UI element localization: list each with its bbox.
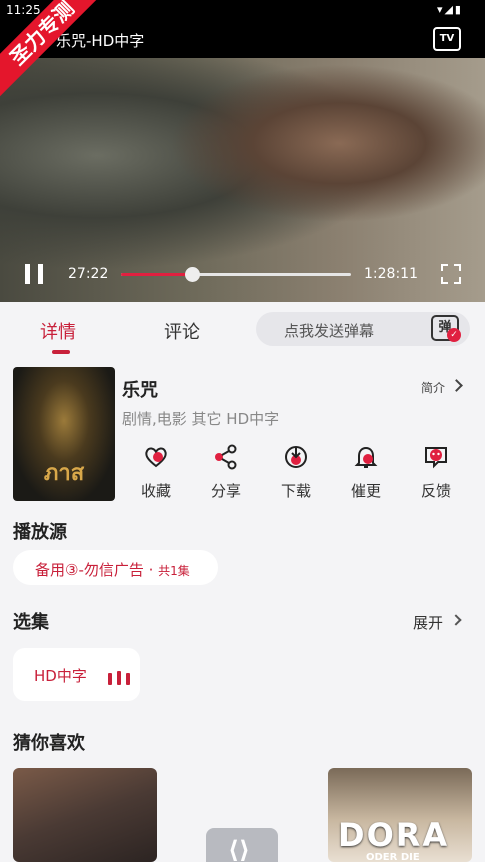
image-placeholder-icon: ⟨⟩ — [228, 836, 250, 862]
current-time: 27:22 — [68, 266, 109, 282]
tab-details[interactable]: 详情 — [40, 318, 76, 344]
movie-poster[interactable]: ภาส — [13, 367, 115, 501]
recommend-title: 猜你喜欢 — [13, 733, 85, 754]
download-icon — [285, 446, 307, 468]
download-label: 下载 — [280, 482, 311, 500]
player-controls: 27:22 1:28:11 — [0, 256, 485, 296]
remind-update-button[interactable]: 催更 — [341, 444, 391, 501]
share-label: 分享 — [210, 482, 241, 500]
status-icons: ▾◢▮ — [436, 3, 463, 16]
sources-title: 播放源 — [13, 522, 67, 543]
cast-tv-button[interactable]: TV — [433, 27, 461, 51]
source-label: 备用③-勿信广告 · 共1集 — [35, 561, 190, 579]
download-button[interactable]: 下载 — [271, 444, 321, 501]
favorite-label: 收藏 — [140, 482, 171, 500]
source-selector[interactable]: 备用③-勿信广告 · 共1集 — [13, 550, 218, 585]
progress-thumb[interactable] — [185, 267, 201, 282]
movie-title: 乐咒 — [122, 380, 158, 401]
recommend-poster-subtitle: ODER DIE — [366, 852, 420, 862]
bell-icon — [354, 446, 378, 468]
danmaku-placeholder: 点我发送弹幕 — [284, 322, 375, 340]
episode-item[interactable]: HD中字 — [13, 648, 140, 701]
heart-icon — [145, 447, 167, 468]
intro-link[interactable]: 简介 — [421, 379, 445, 396]
favorite-button[interactable]: 收藏 — [131, 444, 181, 501]
video-player[interactable]: 11:25 ▾◢▮ 乐咒-HD中字 TV 圣力专测 27:22 1:28:11 — [0, 0, 485, 302]
source-count: 共1集 — [158, 564, 190, 578]
status-time: 11:25 — [6, 3, 41, 17]
remind-update-label: 催更 — [350, 482, 381, 500]
recommend-item[interactable]: DORA ODER DIE — [328, 768, 472, 862]
feedback-icon — [425, 447, 447, 469]
total-time: 1:28:11 — [364, 266, 418, 282]
progress-fill — [121, 273, 193, 276]
share-button[interactable]: 分享 — [201, 444, 251, 501]
detail-content: 详情 评论 点我发送弹幕 弹 ✓ ภาส 乐咒 简介 剧情,电影 其它 HD中字… — [0, 302, 485, 862]
chevron-right-icon[interactable] — [450, 379, 463, 392]
share-icon — [215, 444, 237, 470]
recommend-item[interactable] — [13, 768, 157, 862]
tab-indicator — [52, 350, 70, 354]
playing-bars-icon — [108, 671, 134, 685]
fullscreen-icon[interactable] — [441, 264, 461, 284]
progress-track[interactable] — [121, 267, 351, 282]
pause-button[interactable] — [25, 264, 43, 284]
episodes-title: 选集 — [13, 612, 49, 633]
recommend-poster-title: DORA — [338, 816, 450, 854]
video-title: 乐咒-HD中字 — [56, 32, 145, 50]
feedback-label: 反馈 — [420, 482, 451, 500]
danmaku-input[interactable]: 点我发送弹幕 弹 ✓ — [256, 312, 470, 346]
poster-title-art: ภาส — [43, 461, 85, 486]
movie-meta: 剧情,电影 其它 HD中字 — [122, 410, 280, 428]
feedback-button[interactable]: 反馈 — [411, 444, 461, 501]
tab-comments[interactable]: 评论 — [164, 318, 200, 344]
episode-label: HD中字 — [34, 667, 87, 685]
recommend-item-placeholder[interactable]: ⟨⟩ — [206, 828, 278, 862]
expand-episodes-link[interactable]: 展开 — [413, 612, 443, 633]
chevron-right-icon[interactable] — [450, 614, 462, 626]
check-icon: ✓ — [447, 328, 461, 342]
